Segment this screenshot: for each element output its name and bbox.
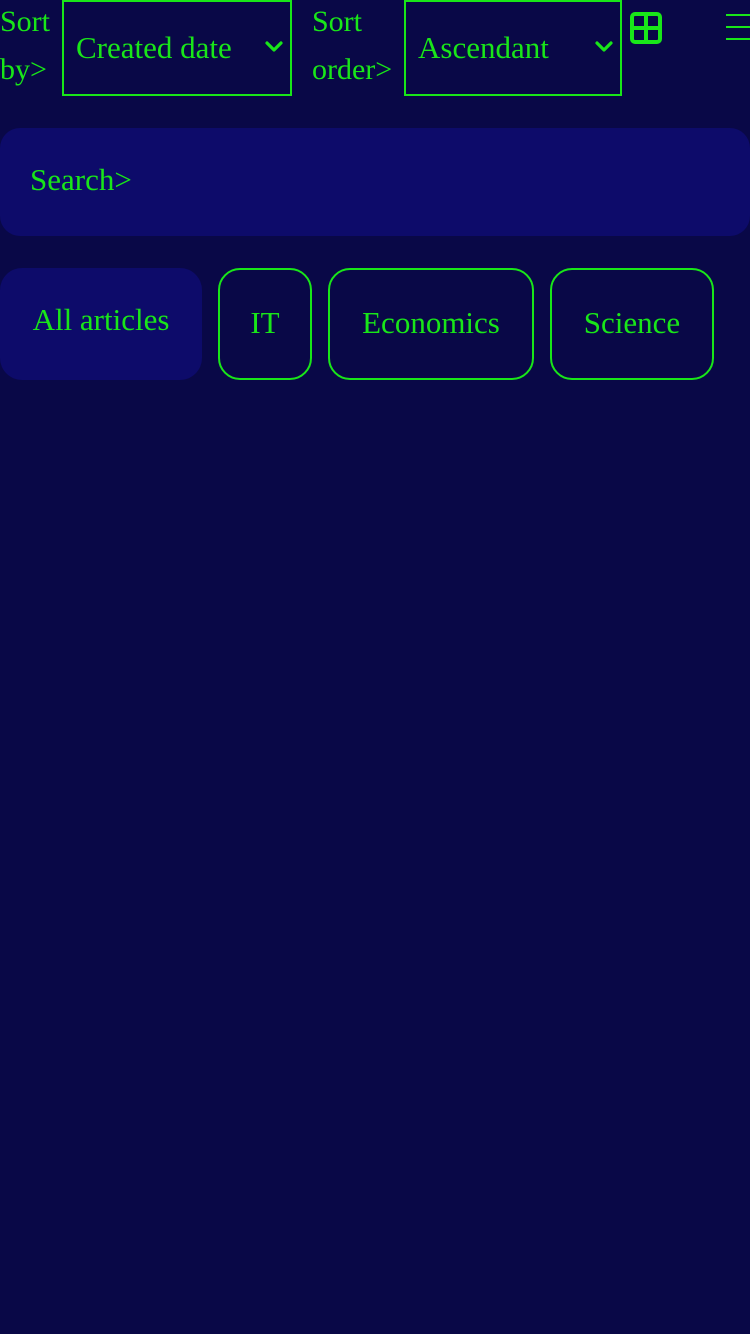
search-input[interactable]: Search>: [0, 128, 750, 236]
sort-by-selected-value: Created date: [76, 30, 232, 65]
chevron-down-icon: [265, 41, 283, 52]
menu-icon[interactable]: [724, 12, 750, 44]
tab-label: IT: [250, 305, 280, 340]
tab-label: All articles: [32, 302, 170, 337]
tab-it[interactable]: IT: [218, 268, 312, 380]
sort-order-selected-value: Ascendant: [418, 30, 549, 65]
sort-by-label-line2: by>: [0, 53, 47, 86]
chevron-down-icon: [595, 41, 613, 52]
toolbar: Sort by> Created date Sort order> Ascend…: [0, 0, 750, 100]
grid-view-icon[interactable]: [630, 12, 662, 44]
sort-order-select[interactable]: Ascendant: [404, 0, 622, 96]
sort-order-label: Sort order>: [312, 0, 392, 94]
tab-science[interactable]: Science: [550, 268, 714, 380]
sort-order-label-line2: order>: [312, 53, 393, 86]
tab-economics[interactable]: Economics: [328, 268, 534, 380]
sort-by-label-line1: Sort: [0, 5, 51, 38]
tab-label: Economics: [362, 305, 500, 340]
search-placeholder: Search>: [30, 162, 132, 197]
tab-all-articles[interactable]: All articles: [0, 268, 202, 380]
sort-by-select[interactable]: Created date: [62, 0, 292, 96]
sort-order-label-line1: Sort: [312, 5, 363, 38]
tab-label: Science: [583, 305, 681, 340]
sort-by-label: Sort by>: [0, 0, 50, 94]
